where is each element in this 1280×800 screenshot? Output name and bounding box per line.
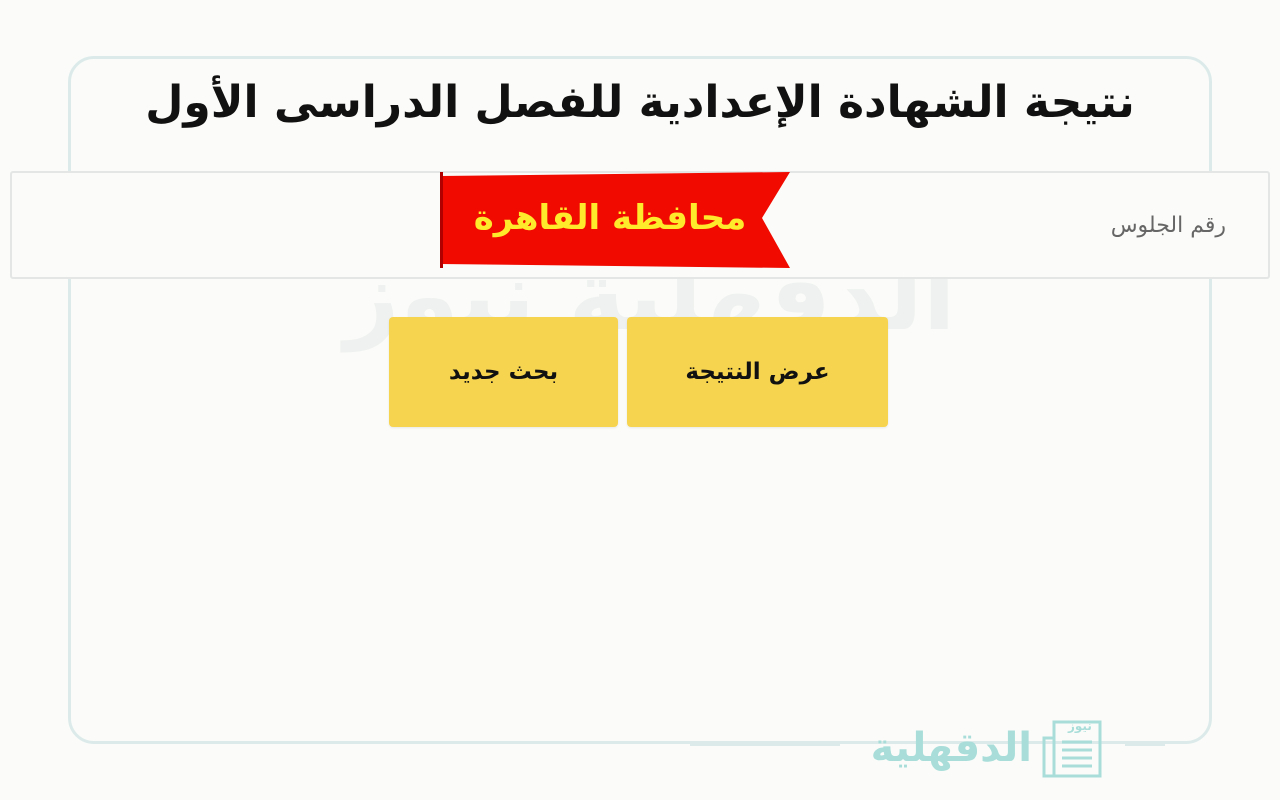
- governorate-ribbon: محافظة القاهرة: [440, 172, 790, 268]
- page-title: نتيجة الشهادة الإعدادية للفصل الدراسى ال…: [145, 77, 1135, 128]
- show-result-button[interactable]: عرض النتيجة: [627, 317, 888, 427]
- footer-divider-right: [1125, 743, 1165, 746]
- governorate-label: محافظة القاهرة: [473, 198, 747, 238]
- logo-small-text: نيوز: [1068, 719, 1092, 733]
- new-search-button[interactable]: بحث جديد: [389, 317, 618, 427]
- footer-divider-left: [690, 743, 840, 746]
- logo-text: الدقهلية: [870, 725, 1032, 771]
